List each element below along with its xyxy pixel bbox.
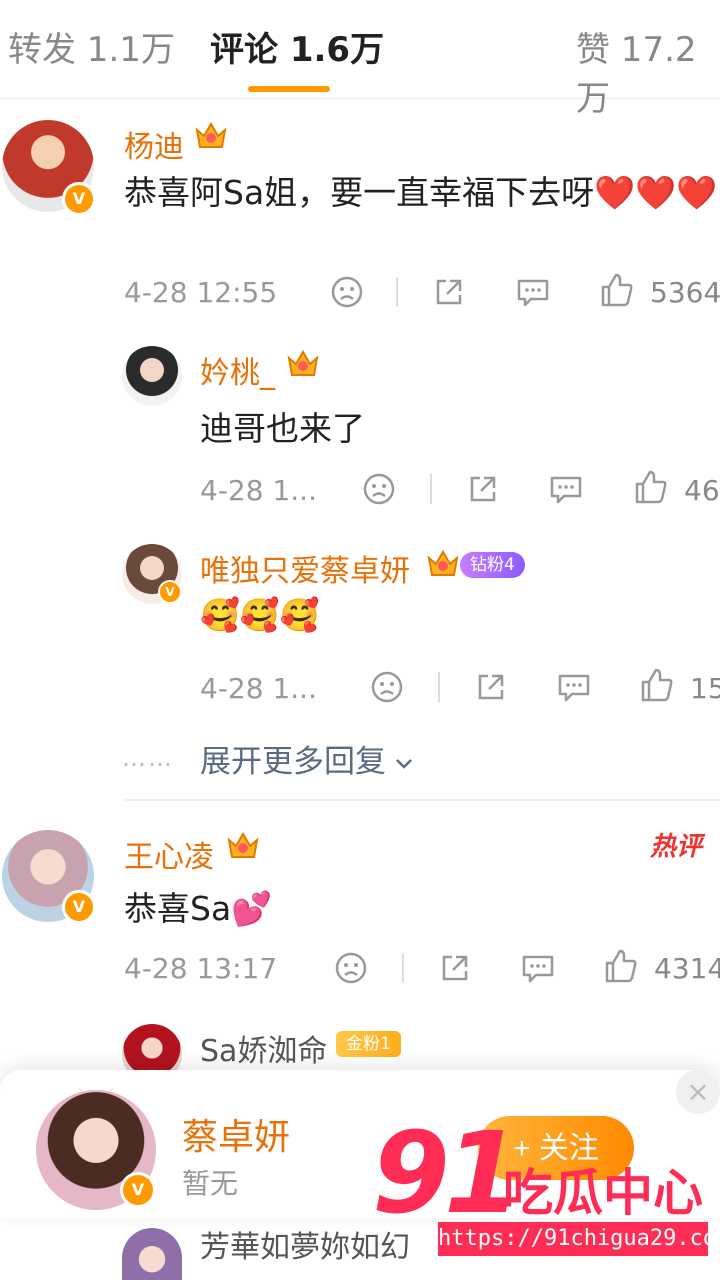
comment-time: 4-28 1... xyxy=(200,672,317,705)
verified-badge-icon: V xyxy=(62,182,96,216)
fan-level-badge: 钻粉4 xyxy=(460,552,525,578)
comment-emoji: 🥰🥰🥰 xyxy=(200,596,320,634)
chevron-down-icon xyxy=(396,758,412,769)
like-thumb-icon[interactable] xyxy=(604,948,638,984)
close-icon[interactable]: × xyxy=(676,1070,720,1114)
username[interactable]: 王心凌 xyxy=(124,832,214,876)
dislike-face-icon[interactable] xyxy=(330,275,364,309)
active-tab-indicator xyxy=(248,86,330,92)
heart-emoji: ❤️❤️❤️ xyxy=(594,173,718,212)
dislike-face-icon[interactable] xyxy=(362,472,396,506)
expand-more-replies[interactable]: 展开更多回复 xyxy=(200,736,414,781)
username[interactable]: 唯独只爱蔡卓妍 xyxy=(200,546,410,590)
reply-icon[interactable] xyxy=(520,951,556,985)
crown-icon xyxy=(287,350,319,376)
share-icon[interactable] xyxy=(432,275,466,309)
comment-time: 4-28 12:55 xyxy=(124,276,278,309)
share-icon[interactable] xyxy=(474,670,508,704)
watermark-logo-number: 91 xyxy=(372,1109,522,1239)
more-dots: …… xyxy=(122,744,174,772)
hot-comment-tag: 热评 xyxy=(650,832,703,862)
watermark-logo-text: 吃瓜中心 xyxy=(503,1164,703,1222)
separator xyxy=(430,474,432,504)
like-thumb-icon[interactable] xyxy=(634,469,668,505)
comment-time: 4-28 1... xyxy=(200,474,317,507)
verified-badge-icon: V xyxy=(120,1172,156,1208)
divider xyxy=(122,799,720,801)
reply-icon[interactable] xyxy=(556,670,592,704)
like-thumb-icon[interactable] xyxy=(600,272,634,308)
watermark-url: https://91chigua29.com xyxy=(438,1222,720,1256)
avatar[interactable] xyxy=(122,1228,182,1280)
crown-icon xyxy=(227,832,259,858)
reply-icon[interactable] xyxy=(548,472,584,506)
like-count: 15 xyxy=(690,672,720,705)
username[interactable]: 妗桃_ xyxy=(200,348,275,392)
share-icon[interactable] xyxy=(466,472,500,506)
like-count: 4314 xyxy=(654,952,720,985)
comment-text: 恭喜Sa💕 xyxy=(124,889,273,928)
avatar[interactable] xyxy=(122,346,182,406)
comment-tabs: 转发 1.1万 评论 1.6万 赞 17.2万 xyxy=(0,0,720,119)
card-subtitle: 暂无 xyxy=(182,1167,239,1200)
username[interactable]: Sa娇洳命 xyxy=(200,1026,327,1070)
separator xyxy=(402,953,404,983)
tab-reposts[interactable]: 转发 1.1万 xyxy=(8,22,175,71)
tab-likes[interactable]: 赞 17.2万 xyxy=(576,22,720,120)
fan-level-badge: 金粉1 xyxy=(336,1031,401,1057)
verified-badge-icon: V xyxy=(158,580,182,604)
verified-badge-icon: V xyxy=(62,890,96,924)
dislike-face-icon[interactable] xyxy=(334,951,368,985)
tab-comments[interactable]: 评论 1.6万 xyxy=(210,22,384,71)
separator xyxy=(438,672,440,702)
separator xyxy=(396,277,398,307)
comment-text: 迪哥也来了 xyxy=(200,409,365,448)
comment-time: 4-28 13:17 xyxy=(124,952,278,985)
like-thumb-icon[interactable] xyxy=(640,667,674,703)
like-count: 46 xyxy=(684,474,720,507)
comment-text: 恭喜阿Sa姐，要一直幸福下去呀❤️❤️❤️ xyxy=(124,173,718,212)
crown-icon xyxy=(427,550,459,576)
dislike-face-icon[interactable] xyxy=(370,670,404,704)
reply-icon[interactable] xyxy=(515,275,551,309)
like-count: 5364 xyxy=(650,276,720,309)
username[interactable]: 杨迪 xyxy=(124,122,184,166)
crown-icon xyxy=(195,122,227,148)
share-icon[interactable] xyxy=(438,951,472,985)
card-username[interactable]: 蔡卓妍 xyxy=(182,1108,290,1160)
